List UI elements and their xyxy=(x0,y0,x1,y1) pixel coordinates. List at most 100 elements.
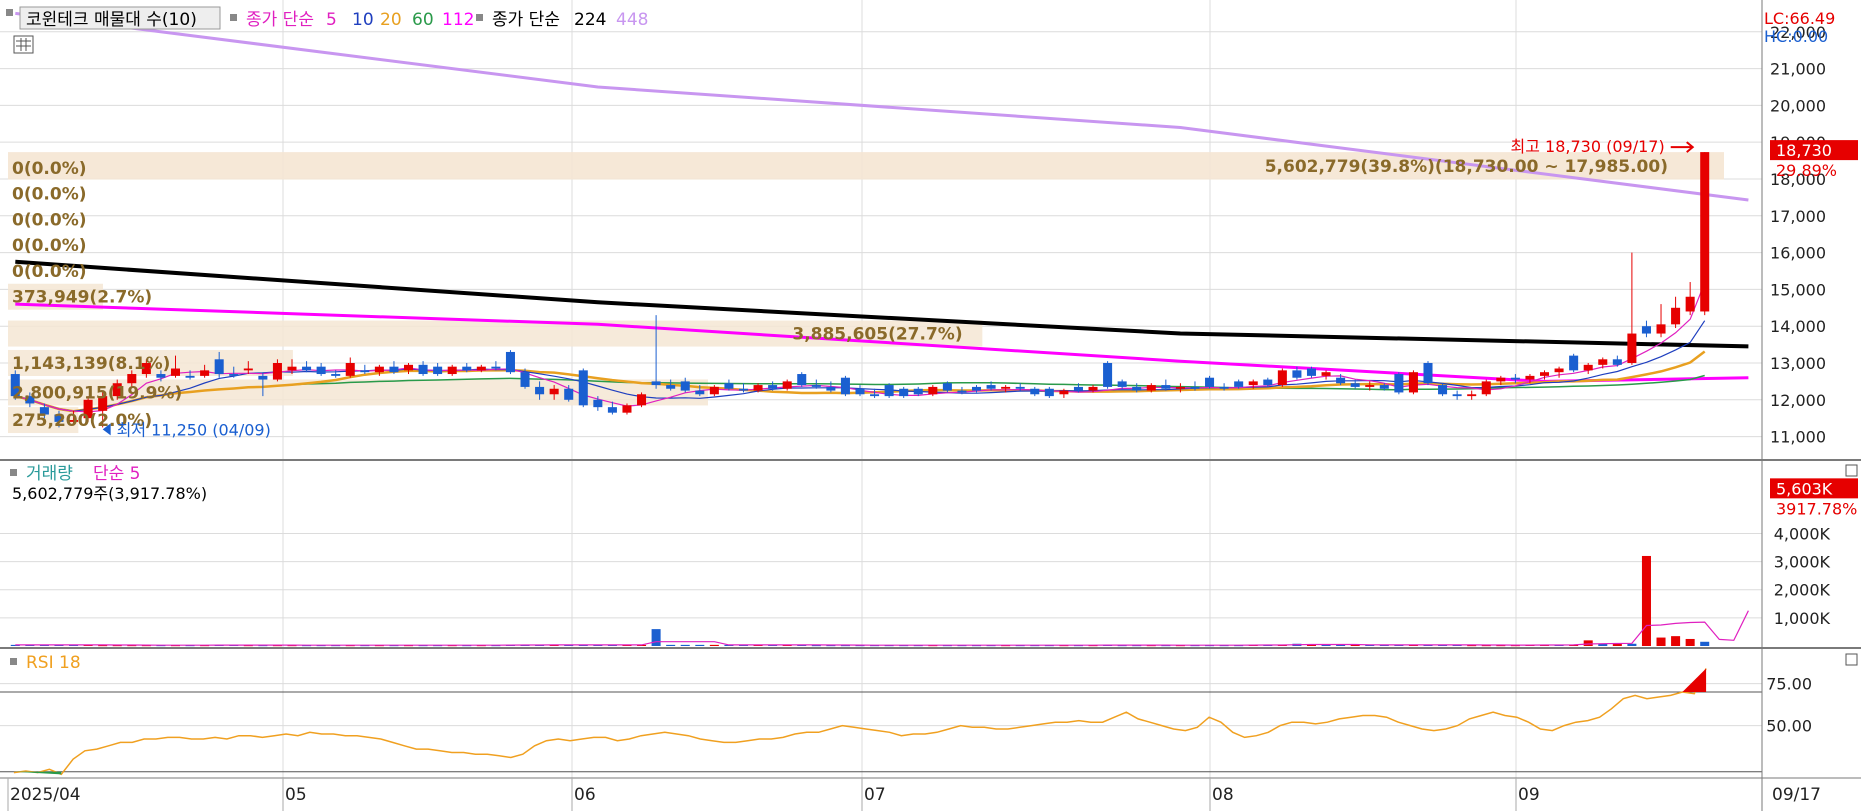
candle-body[interactable] xyxy=(1132,386,1142,391)
candle-body[interactable] xyxy=(1175,386,1185,389)
indicator-label[interactable]: 코윈테크 매물대 수(10) xyxy=(26,10,197,30)
candle-body[interactable] xyxy=(1234,381,1244,387)
ma10-label[interactable]: 10 xyxy=(352,10,374,30)
ma-label[interactable]: 종가 단순 xyxy=(246,10,314,30)
candle-body[interactable] xyxy=(724,383,734,389)
candle-body[interactable] xyxy=(491,366,501,369)
candle-body[interactable] xyxy=(1059,390,1069,395)
volume-bar[interactable] xyxy=(1641,555,1651,646)
candle-body[interactable] xyxy=(593,399,603,408)
candle-body[interactable] xyxy=(1088,386,1098,391)
candle-body[interactable] xyxy=(1510,377,1520,380)
candle-body[interactable] xyxy=(651,381,661,386)
close-icon[interactable] xyxy=(1845,464,1858,477)
candle-body[interactable] xyxy=(1569,355,1579,371)
candle-body[interactable] xyxy=(1161,385,1171,389)
candle-body[interactable] xyxy=(913,388,923,395)
candle-body[interactable] xyxy=(462,366,472,371)
candle-body[interactable] xyxy=(287,366,297,371)
candle-body[interactable] xyxy=(316,366,326,375)
candle-body[interactable] xyxy=(200,370,210,376)
ma224-label[interactable]: 224 xyxy=(574,10,606,30)
candle-body[interactable] xyxy=(607,407,617,413)
candle-body[interactable] xyxy=(942,383,952,391)
candle-body[interactable] xyxy=(1292,370,1302,378)
candle-body[interactable] xyxy=(331,374,341,376)
volume-legend-label[interactable]: 거래량 xyxy=(26,464,73,484)
candle-body[interactable] xyxy=(1277,370,1287,386)
candle-body[interactable] xyxy=(957,390,967,393)
volume-bar[interactable] xyxy=(1583,640,1593,646)
ma112-label[interactable]: 112 xyxy=(442,10,474,30)
candle-body[interactable] xyxy=(1656,324,1666,334)
volume-bar[interactable] xyxy=(1685,638,1695,646)
candle-body[interactable] xyxy=(840,377,850,395)
close-icon[interactable] xyxy=(1845,653,1858,666)
candle-body[interactable] xyxy=(1350,383,1360,387)
candle-body[interactable] xyxy=(1467,394,1477,397)
candle-body[interactable] xyxy=(1452,394,1462,397)
candle-body[interactable] xyxy=(1117,381,1127,387)
candle-body[interactable] xyxy=(1685,296,1695,312)
candle-body[interactable] xyxy=(1438,385,1448,395)
candle-body[interactable] xyxy=(272,362,282,380)
candle-body[interactable] xyxy=(1321,372,1331,376)
candle-body[interactable] xyxy=(578,370,588,406)
candle-body[interactable] xyxy=(1481,381,1491,395)
candle-body[interactable] xyxy=(666,385,676,389)
ma60-label[interactable]: 60 xyxy=(412,10,434,30)
candle-body[interactable] xyxy=(549,388,559,395)
candle-body[interactable] xyxy=(1044,388,1054,397)
candle-body[interactable] xyxy=(127,374,137,384)
volume-bar[interactable] xyxy=(666,644,676,646)
candle-body[interactable] xyxy=(738,388,749,391)
candle-body[interactable] xyxy=(986,385,996,389)
candle-body[interactable] xyxy=(447,366,457,375)
candle-body[interactable] xyxy=(1671,307,1681,325)
candle-body[interactable] xyxy=(243,368,253,371)
candle-body[interactable] xyxy=(695,390,705,395)
candle-body[interactable] xyxy=(1219,386,1229,389)
candle-body[interactable] xyxy=(1641,326,1651,334)
candle-body[interactable] xyxy=(826,386,836,391)
volume-bar[interactable] xyxy=(1656,637,1666,646)
candle-body[interactable] xyxy=(637,394,647,406)
candle-body[interactable] xyxy=(680,381,690,391)
candle-body[interactable] xyxy=(258,375,268,380)
volume-bar[interactable] xyxy=(709,644,719,646)
candle-body[interactable] xyxy=(1248,381,1258,386)
candle-body[interactable] xyxy=(229,374,239,376)
ma2-label[interactable]: 종가 단순 xyxy=(492,10,560,30)
candle-body[interactable] xyxy=(505,351,515,373)
candle-body[interactable] xyxy=(797,374,807,386)
candle-body[interactable] xyxy=(1583,364,1593,371)
candle-body[interactable] xyxy=(1263,379,1273,386)
ma5-label[interactable]: 5 xyxy=(326,10,337,30)
candle-body[interactable] xyxy=(753,385,763,391)
candle-body[interactable] xyxy=(389,366,399,373)
volume-bar[interactable] xyxy=(651,629,661,646)
candle-body[interactable] xyxy=(535,386,545,395)
candle-body[interactable] xyxy=(1190,386,1200,389)
candle-body[interactable] xyxy=(564,388,574,400)
candle-body[interactable] xyxy=(1394,374,1404,393)
candle-body[interactable] xyxy=(1030,388,1040,395)
candle-body[interactable] xyxy=(1073,386,1083,391)
volume-ma-label[interactable]: 단순 5 xyxy=(93,464,141,484)
candle-body[interactable] xyxy=(1379,385,1389,389)
volume-bar[interactable] xyxy=(1627,643,1637,646)
candle-body[interactable] xyxy=(1336,377,1346,384)
candle-body[interactable] xyxy=(1700,152,1710,312)
candle-body[interactable] xyxy=(1365,385,1375,387)
ma20-label[interactable]: 20 xyxy=(380,10,402,30)
candle-body[interactable] xyxy=(811,385,821,387)
candle-body[interactable] xyxy=(782,381,792,389)
candle-body[interactable] xyxy=(520,372,530,387)
candle-body[interactable] xyxy=(1205,377,1215,387)
candle-body[interactable] xyxy=(1496,377,1506,382)
candle-body[interactable] xyxy=(1598,359,1608,365)
candle-body[interactable] xyxy=(768,385,778,389)
candle-body[interactable] xyxy=(302,366,312,371)
candle-body[interactable] xyxy=(1146,385,1156,391)
candle-body[interactable] xyxy=(928,386,938,395)
